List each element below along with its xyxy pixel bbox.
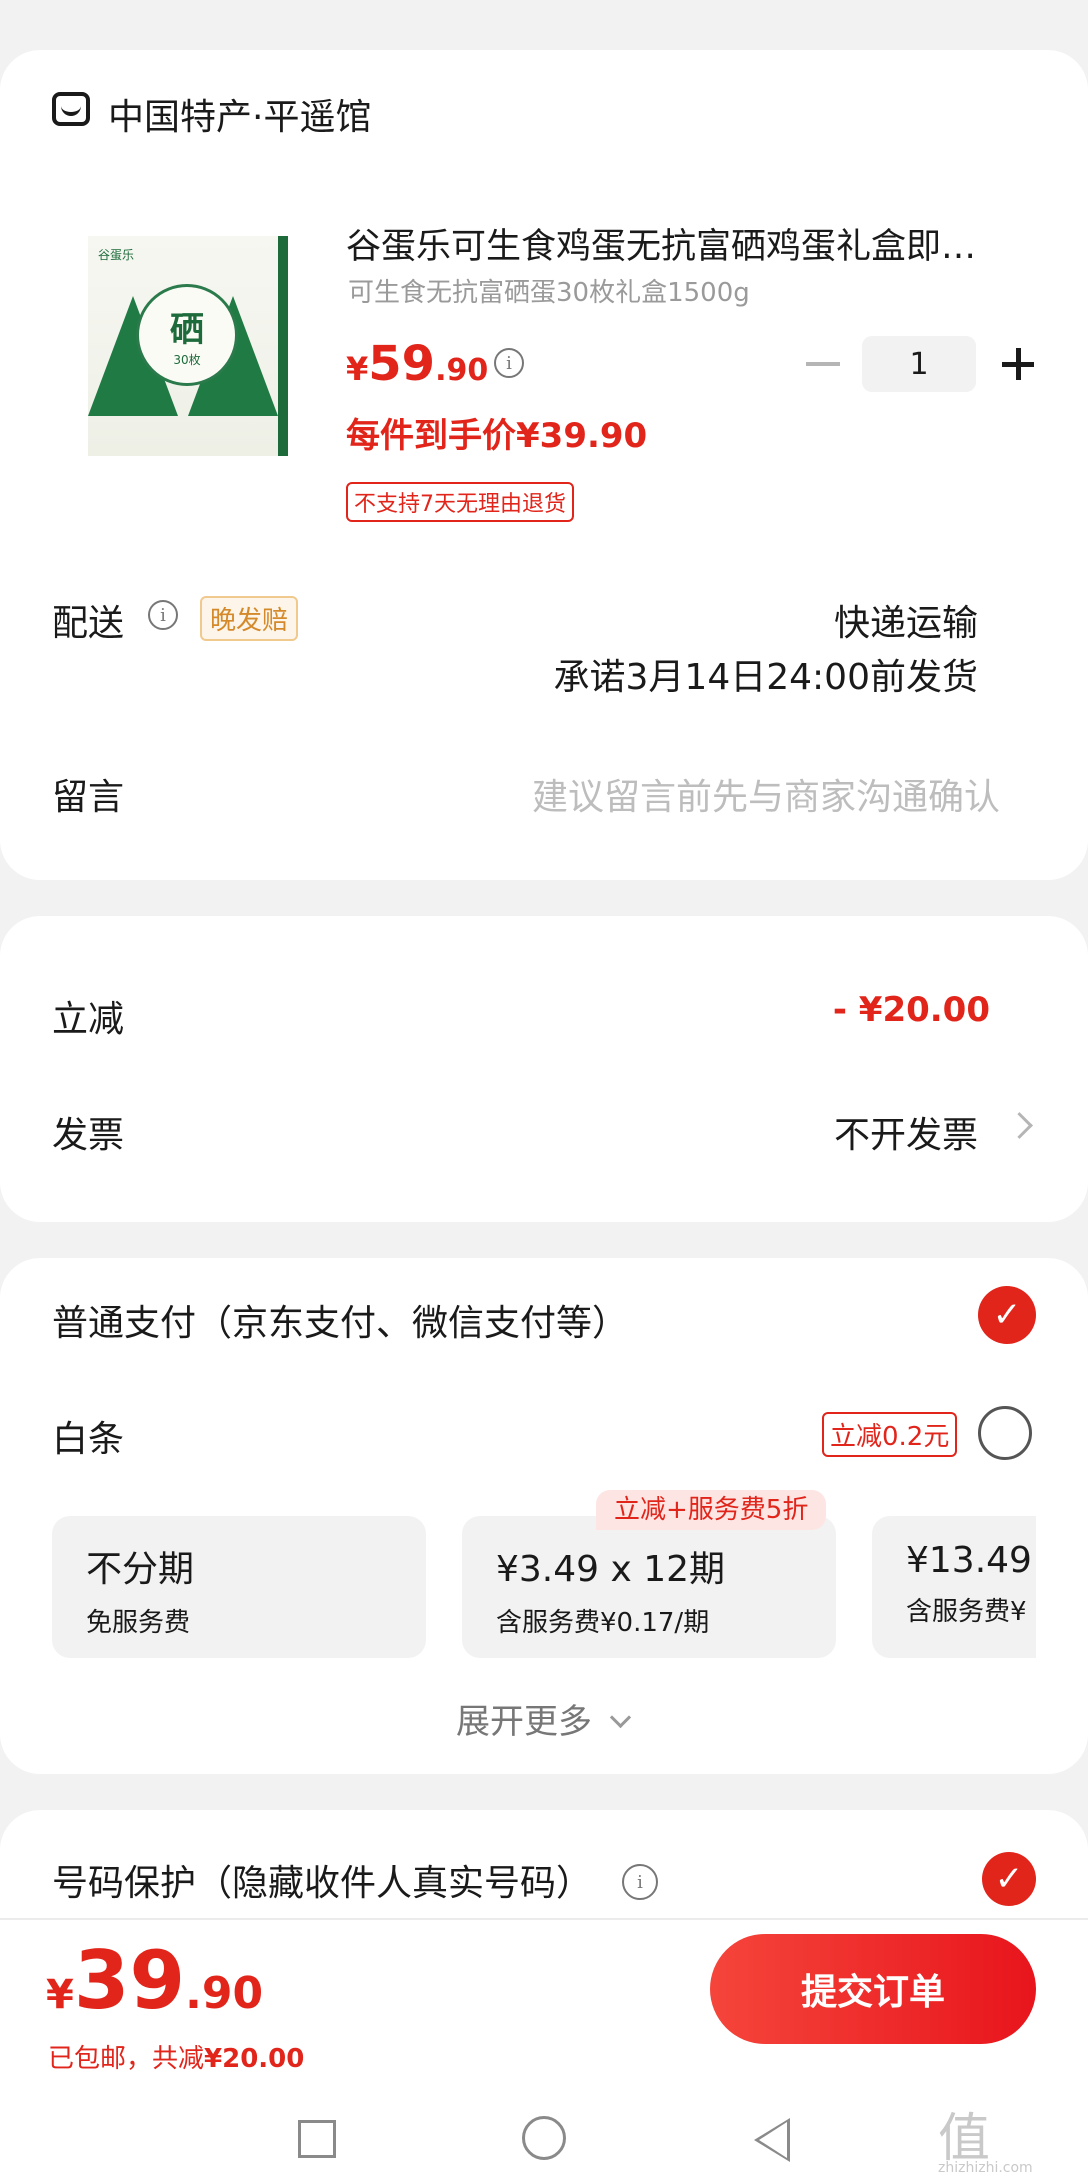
qty-plus-button[interactable] (998, 344, 1038, 384)
total-price-decimal: .90 (185, 1968, 264, 2019)
product-title[interactable]: 谷蛋乐可生食鸡蛋无抗富硒鸡蛋礼盒即… (346, 218, 1036, 269)
price-info-icon[interactable]: i (494, 348, 524, 378)
baitiao-discount-badge: 立减0.2元 (822, 1412, 958, 1457)
plan-title: ¥3.49 x 12期 (496, 1549, 726, 1590)
divider (0, 1918, 1088, 1920)
message-label: 留言 (52, 777, 125, 818)
product-image-seal: 硒 30枚 (136, 284, 238, 386)
saved-amount: ¥20.00 (204, 2044, 305, 2074)
total-price-integer: 39 (73, 1934, 186, 2027)
privacy-label: 号码保护（隐藏收件人真实号码） (52, 1863, 593, 1904)
baitiao-label[interactable]: 白条 (52, 1410, 124, 1462)
shipping-note: 已包邮，共减 (48, 2044, 205, 2074)
expand-more-button[interactable]: 展开更多 (456, 1694, 631, 1743)
delivery-label: 配送 (52, 603, 125, 644)
home-icon[interactable] (522, 2116, 566, 2160)
plan-sub: 免服务费 (86, 1608, 191, 1638)
pricing-card: 立减 - ¥20.00 发票 不开发票 (0, 916, 1088, 1222)
plan-sub: 含服务费¥0.17/期 (496, 1608, 710, 1638)
shop-name[interactable]: 中国特产·平遥馆 (108, 88, 371, 140)
total-price-symbol: ¥ (46, 1972, 74, 2018)
shop-icon (52, 92, 90, 126)
qty-minus-button[interactable] (806, 362, 840, 366)
message-input[interactable]: 建议留言前先与商家沟通确认 (532, 768, 1000, 820)
discount-value: - ¥20.00 (832, 990, 990, 1030)
price-decimal: .90 (435, 353, 489, 388)
promo-tag: 立减+服务费5折 (596, 1490, 827, 1530)
price-symbol: ¥ (346, 350, 369, 388)
expand-more-label: 展开更多 (456, 1702, 592, 1742)
plan-title: 不分期 (86, 1549, 195, 1590)
order-item-card: 中国特产·平遥馆 谷蛋乐 硒 30枚 谷蛋乐可生食鸡蛋无抗富硒鸡蛋礼盒即… 可生… (0, 50, 1088, 880)
recent-apps-icon[interactable] (298, 2120, 336, 2158)
installment-plan-12[interactable]: ¥3.49 x 12期 含服务费¥0.17/期 (462, 1516, 836, 1658)
installment-plan-none[interactable]: 不分期 免服务费 (52, 1516, 426, 1658)
total-price: ¥39.90 (46, 1934, 263, 2027)
discount-label: 立减 (52, 999, 125, 1040)
final-price: 每件到手价¥39.90 (346, 416, 648, 456)
normal-payment-label[interactable]: 普通支付（京东支付、微信支付等） (52, 1294, 628, 1346)
price-integer: 59 (368, 336, 436, 392)
bottom-bar: ¥39.90 已包邮，共减¥20.00 提交订单 值 zhizhizhi.com (0, 1918, 1088, 2178)
plan-title: ¥13.49 (906, 1540, 1032, 1581)
invoice-value[interactable]: 不开发票 (834, 1106, 978, 1158)
product-image-brand: 谷蛋乐 (98, 248, 135, 262)
chevron-down-icon (609, 1706, 631, 1729)
product-spec[interactable]: 可生食无抗富硒蛋30枚礼盒1500g (348, 272, 750, 309)
privacy-check-icon[interactable]: ✓ (982, 1852, 1036, 1906)
baitiao-radio[interactable] (978, 1406, 1032, 1460)
late-compensation-badge[interactable]: 晚发赔 (200, 596, 299, 641)
watermark-site: zhizhizhi.com (938, 2160, 1033, 2176)
installment-plan-other[interactable]: ¥13.49 含服务费¥ (872, 1516, 1036, 1658)
shipping-summary: 已包邮，共减¥20.00 (48, 2038, 304, 2075)
invoice-label: 发票 (52, 1115, 125, 1156)
product-image-seal-text: 硒 (170, 310, 204, 350)
quantity-input[interactable]: 1 (862, 336, 976, 392)
back-icon-inner (759, 2122, 787, 2158)
delivery-method[interactable]: 快递运输 (834, 594, 978, 646)
return-policy-badge: 不支持7天无理由退货 (346, 482, 574, 522)
product-image-seal-count: 30枚 (173, 353, 201, 367)
privacy-info-icon[interactable]: i (622, 1864, 658, 1900)
normal-payment-check-icon[interactable]: ✓ (978, 1286, 1036, 1344)
plus-icon (1016, 348, 1021, 380)
plan-sub: 含服务费¥ (906, 1597, 1027, 1627)
submit-order-button[interactable]: 提交订单 (710, 1934, 1036, 2044)
product-image[interactable]: 谷蛋乐 硒 30枚 (88, 236, 288, 456)
product-price: ¥59.90 (346, 336, 488, 392)
delivery-info-icon[interactable]: i (148, 600, 178, 630)
delivery-promise: 承诺3月14日24:00前发货 (553, 657, 978, 698)
chevron-right-icon[interactable] (1006, 1112, 1033, 1139)
